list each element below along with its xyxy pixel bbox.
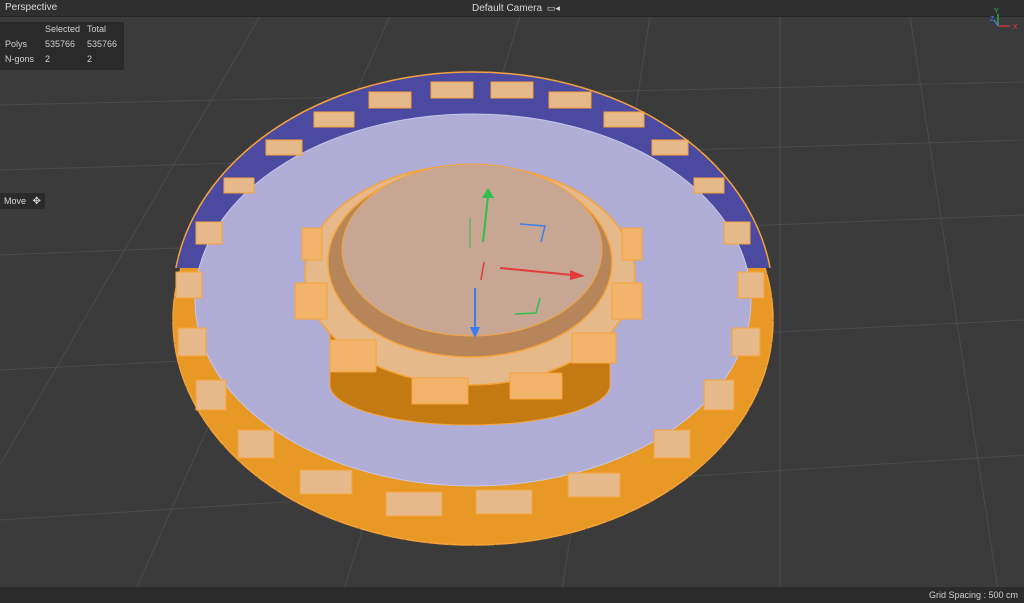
central-arena[interactable] [304, 163, 636, 426]
axis-z-label: Z [990, 16, 995, 23]
grid-spacing-readout: Grid Spacing : 500 cm [928, 590, 1018, 600]
camera-label: Default Camera [472, 3, 543, 14]
stats-selected-value: 535766 [45, 38, 76, 49]
move-tool-label: Move [4, 196, 27, 206]
3d-viewport[interactable] [0, 0, 1024, 603]
axis-x-label: X [1013, 24, 1018, 31]
stats-total-value: 535766 [87, 38, 118, 49]
stats-label: Polys [5, 38, 28, 49]
move-icon: ✥ [32, 196, 41, 207]
stats-header-selected: Selected [45, 23, 81, 34]
axis-orientation-gizmo[interactable]: Y X Z [990, 6, 1020, 36]
stats-label: N-gons [5, 53, 35, 64]
camera-icon: ▭◂ [546, 3, 560, 13]
viewport-name[interactable]: Perspective [5, 0, 57, 16]
poly-stats-overlay: Selected Total Polys 535766 535766 N-gon… [0, 22, 124, 70]
stats-header-total: Total [87, 23, 107, 34]
camera-menu[interactable]: Default Camera ▭◂ [472, 0, 560, 17]
viewport-footer: Grid Spacing : 500 cm [0, 587, 1024, 603]
stats-header: Selected Total [0, 22, 124, 37]
stats-row-polys: Polys 535766 535766 [0, 37, 124, 52]
stats-total-value: 2 [87, 53, 93, 64]
axis-y-label: Y [994, 8, 999, 15]
stats-row-ngons: N-gons 2 2 [0, 52, 124, 67]
move-tool-indicator[interactable]: Move ✥ [0, 193, 45, 209]
stats-selected-value: 2 [45, 53, 51, 64]
viewport-header: Perspective Default Camera ▭◂ [0, 0, 1024, 17]
